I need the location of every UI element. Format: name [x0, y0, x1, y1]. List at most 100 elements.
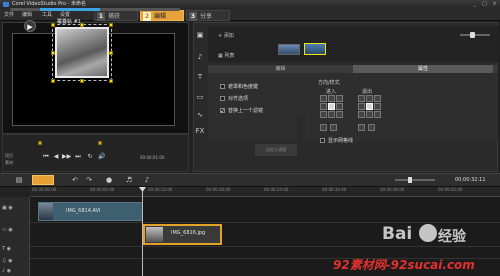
close-button[interactable]: × — [490, 1, 499, 8]
resize-handle[interactable] — [109, 23, 113, 27]
direction-button-selected[interactable] — [366, 103, 373, 110]
home-icon[interactable]: ⏮ — [42, 153, 50, 161]
video-track-icon[interactable]: ▣ ◉ — [2, 204, 28, 212]
custom-filter-button[interactable]: 自定义滤镜 — [255, 144, 297, 156]
direction-button-selected[interactable] — [328, 103, 335, 110]
zoom-slider[interactable] — [395, 179, 435, 181]
playback-controls — [2, 134, 189, 172]
direction-button[interactable] — [320, 103, 327, 110]
exit-label: 退出 — [362, 89, 373, 95]
graphic-icon[interactable]: ▭ — [194, 92, 206, 103]
ruler-tick: 00:00:12:00 — [148, 187, 173, 192]
step-edit[interactable]: 2 编辑 — [140, 10, 184, 21]
play-button[interactable]: ▶ — [24, 20, 36, 32]
tab-attribute[interactable]: 属性 — [353, 65, 493, 73]
thumbnail-size-slider[interactable] — [460, 34, 490, 36]
style-button[interactable] — [368, 124, 375, 131]
library-thumbnail-selected[interactable] — [304, 43, 326, 55]
resize-handle[interactable] — [51, 79, 55, 83]
style-button[interactable] — [330, 124, 337, 131]
video-clip-label: IMG_6814.AVI — [66, 208, 101, 214]
resize-handle[interactable] — [51, 51, 55, 55]
filter-icon[interactable]: FX — [194, 126, 206, 137]
record-icon[interactable]: ● — [104, 175, 114, 185]
step-capture[interactable]: 1 捕获 — [94, 10, 138, 21]
direction-button[interactable] — [358, 103, 365, 110]
storyboard-view-icon[interactable]: ▤ — [14, 175, 24, 185]
previous-frame-icon[interactable]: ◀ — [52, 153, 60, 161]
direction-button[interactable] — [366, 111, 373, 118]
direction-button[interactable] — [328, 111, 335, 118]
mixer-icon[interactable]: ♬ — [124, 175, 134, 185]
playhead[interactable] — [142, 187, 143, 276]
style-button[interactable] — [320, 124, 327, 131]
overlay-photo[interactable] — [55, 27, 109, 78]
timeline-ruler[interactable]: 00:00:00:00 00:00:06:00 00:00:12:00 00:0… — [30, 187, 500, 197]
zoom-slider-thumb[interactable] — [408, 177, 412, 183]
title-icon[interactable]: T — [194, 72, 206, 83]
ruler-tick: 00:00:18:00 — [206, 187, 231, 192]
direction-button[interactable] — [374, 103, 381, 110]
direction-button[interactable] — [374, 111, 381, 118]
undo-icon[interactable]: ↶ — [70, 175, 80, 185]
mask-chromakey-checkbox[interactable]: 遮罩和色度键 — [220, 84, 258, 91]
preview-timecode[interactable]: 00:00:01:00 — [140, 155, 164, 160]
options-tabs: 编辑 属性 — [208, 65, 498, 73]
mode-project-label[interactable]: 项目 — [5, 153, 13, 159]
step-number: 3 — [189, 12, 197, 21]
direction-button[interactable] — [336, 95, 343, 102]
repeat-icon[interactable]: ↻ — [86, 153, 94, 161]
auto-music-icon[interactable]: ♪ — [142, 175, 152, 185]
resize-handle[interactable] — [80, 79, 84, 83]
ruler-tick: 00:00:00:00 — [32, 187, 57, 192]
direction-button[interactable] — [328, 95, 335, 102]
mode-clip-label[interactable]: 素材 — [5, 160, 13, 166]
resize-handle[interactable] — [109, 51, 113, 55]
direction-button[interactable] — [320, 95, 327, 102]
volume-icon[interactable]: 🔊 — [98, 153, 106, 161]
direction-style-label: 方向/样式 — [318, 80, 340, 86]
scrub-selection[interactable] — [40, 8, 100, 11]
slider-thumb[interactable] — [470, 32, 475, 38]
audio-icon[interactable]: ♪ — [194, 52, 206, 63]
direction-button[interactable] — [358, 95, 365, 102]
trim-end-handle[interactable] — [98, 141, 102, 145]
enter-label: 进入 — [326, 89, 337, 95]
filter-list-scroll[interactable] — [297, 115, 305, 145]
maximize-button[interactable]: □ — [480, 1, 489, 8]
direction-button[interactable] — [320, 111, 327, 118]
direction-button[interactable] — [366, 95, 373, 102]
list-label: 列表 — [224, 53, 235, 59]
app-icon — [3, 2, 9, 7]
add-folder-button[interactable]: + 添加 — [218, 32, 234, 40]
resize-handle[interactable] — [109, 79, 113, 83]
end-icon[interactable]: ⏭ — [74, 153, 82, 161]
direction-button[interactable] — [336, 103, 343, 110]
redo-icon[interactable]: ↷ — [84, 175, 94, 185]
trim-start-handle[interactable] — [38, 141, 42, 145]
direction-button[interactable] — [374, 95, 381, 102]
direction-button[interactable] — [336, 111, 343, 118]
resize-handle[interactable] — [80, 23, 84, 27]
overlay-track-icon[interactable]: ▭ ◉ — [2, 226, 28, 234]
title-track-icon[interactable]: T ◉ — [2, 245, 28, 253]
media-icon[interactable]: ▣ — [194, 30, 206, 41]
resize-handle[interactable] — [51, 23, 55, 27]
ruler-tick: 00:00:36:00 — [380, 187, 405, 192]
minimize-button[interactable]: _ — [470, 1, 479, 8]
replace-filter-checkbox[interactable]: 替换上一个滤镜 — [220, 108, 263, 115]
next-frame-icon[interactable]: ▶▶ — [62, 153, 71, 161]
music-track-icon[interactable]: ♪ ◉ — [2, 267, 28, 275]
timeline-view-button[interactable] — [32, 175, 54, 185]
voice-track-icon[interactable]: ♫ ◉ — [2, 257, 28, 265]
step-share[interactable]: 3 分享 — [186, 10, 230, 21]
align-options-checkbox[interactable]: 对齐选项 — [220, 96, 248, 103]
checkmark-icon: ✓ — [220, 108, 226, 115]
transition-icon[interactable]: ∿ — [194, 110, 206, 121]
style-button[interactable] — [358, 124, 365, 131]
tab-edit[interactable]: 编辑 — [208, 65, 353, 73]
library-thumbnail[interactable] — [278, 44, 300, 55]
direction-button[interactable] — [358, 111, 365, 118]
list-view-button[interactable]: ▦ 列表 — [218, 52, 234, 60]
gridline-checkbox[interactable]: 显示网格线 — [320, 138, 353, 145]
